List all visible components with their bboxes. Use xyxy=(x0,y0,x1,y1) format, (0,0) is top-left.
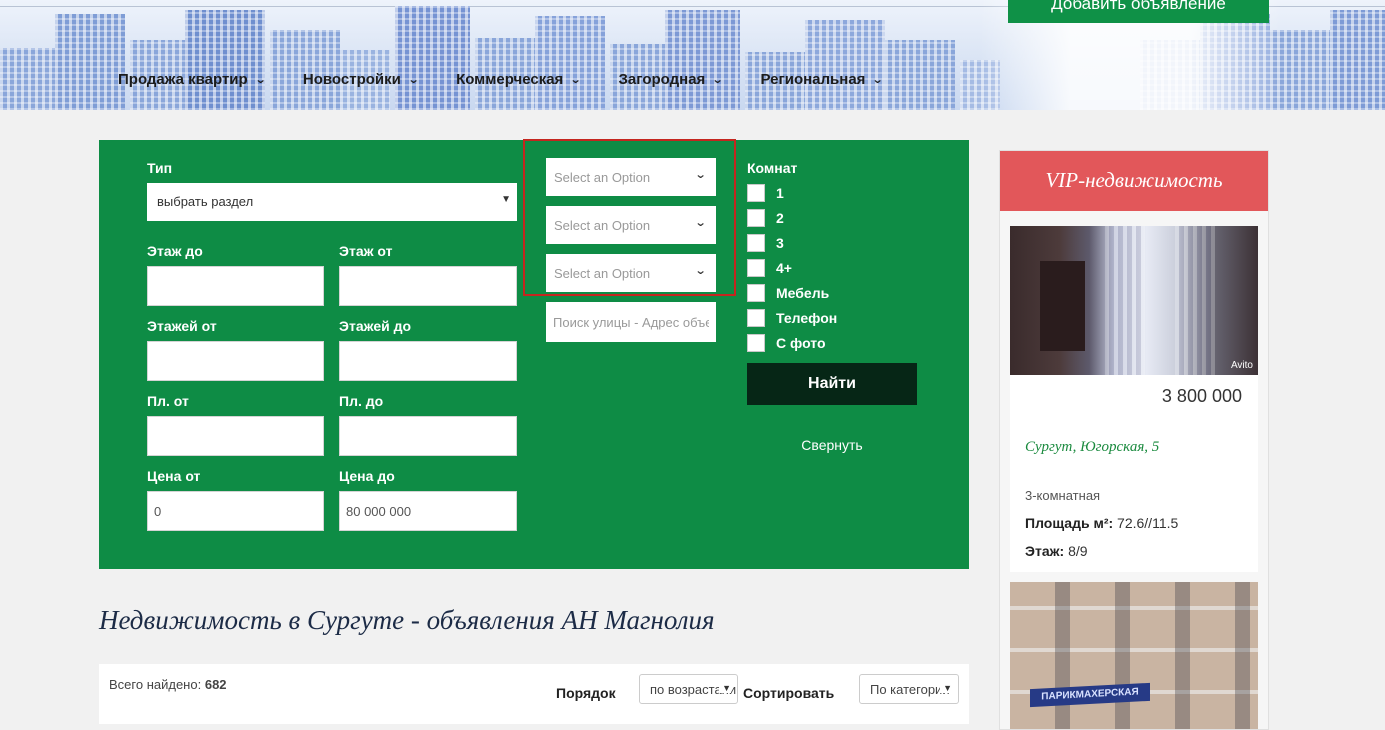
chevron-down-icon: ⌄ xyxy=(711,73,724,86)
nav-item-regional[interactable]: Региональная ⌄ xyxy=(761,67,885,91)
rooms-label: Комнат xyxy=(747,160,798,176)
main-nav: Продажа квартир ⌄ Новостройки ⌄ Коммерческ… xyxy=(118,67,921,91)
total-count: 682 xyxy=(204,677,227,692)
nav-item-country[interactable]: Загородная ⌄ xyxy=(619,67,724,91)
checkbox-rooms-4plus[interactable]: 4+ xyxy=(747,259,792,277)
chevron-down-icon: ⌄ xyxy=(569,73,582,86)
area-from-label: Пл. от xyxy=(147,393,189,409)
checkbox[interactable] xyxy=(747,234,765,252)
vip-sidebar: VIP-недвижимость Avito 3 800 000 Сургут,… xyxy=(999,150,1269,730)
checkbox[interactable] xyxy=(747,284,765,302)
checkbox-furniture[interactable]: Мебель xyxy=(747,284,829,302)
highlight-box xyxy=(523,139,736,296)
checkbox[interactable] xyxy=(747,259,765,277)
area-from-field[interactable] xyxy=(147,416,324,456)
add-listing-button[interactable]: Добавить объявление xyxy=(1008,0,1269,23)
vip-title: VIP-недвижимость xyxy=(1000,151,1268,211)
storefront-sign: ПАРИКМАХЕРСКАЯ xyxy=(1030,682,1150,708)
chevron-down-icon: ⌄ xyxy=(407,73,420,86)
type-label: Тип xyxy=(147,160,173,176)
chevron-down-icon: ⌄ xyxy=(872,73,885,86)
street-search-input[interactable] xyxy=(546,302,716,342)
results-bar: Всего найдено: 682 Порядок по возрастани… xyxy=(99,664,969,724)
checkbox-rooms-1[interactable]: 1 xyxy=(747,184,784,202)
listing-photo[interactable]: Avito xyxy=(1010,226,1258,375)
total-found: Всего найдено: 682 xyxy=(109,677,227,692)
checkbox[interactable] xyxy=(747,184,765,202)
dropdown-arrow-icon: ▼ xyxy=(940,683,952,693)
checkbox[interactable] xyxy=(747,309,765,327)
checkbox-rooms-3[interactable]: 3 xyxy=(747,234,784,252)
order-label: Порядок xyxy=(556,685,616,701)
nav-item-commercial[interactable]: Коммерческая ⌄ xyxy=(456,67,582,91)
site-header: Добавить объявление Продажа квартир ⌄ Нов… xyxy=(0,0,1385,110)
search-panel: Тип выбрать раздел ▼ Этаж до Этаж от Эта… xyxy=(99,139,969,569)
checkbox-phone[interactable]: Телефон xyxy=(747,309,837,327)
listing-price: 3 800 000 xyxy=(1161,386,1242,406)
listing-area: Площадь м²: 72.6//11.5 xyxy=(1025,515,1179,531)
nav-item-new-buildings[interactable]: Новостройки ⌄ xyxy=(303,67,420,91)
floors-to-label: Этажей до xyxy=(339,318,412,334)
order-select[interactable]: по возрастанию ▼ xyxy=(639,674,738,704)
avito-watermark: Avito xyxy=(1230,360,1253,371)
sort-label: Сортировать xyxy=(743,685,835,701)
dropdown-arrow-icon: ▼ xyxy=(501,194,511,205)
area-to-field[interactable] xyxy=(339,416,517,456)
collapse-link[interactable]: Свернуть xyxy=(747,437,917,453)
listing-address[interactable]: Сургут, Югорская, 5 xyxy=(1025,439,1159,456)
price-to-label: Цена до xyxy=(339,468,395,484)
checkbox-rooms-2[interactable]: 2 xyxy=(747,209,784,227)
find-button[interactable]: Найти xyxy=(747,363,917,405)
floors-to-field[interactable] xyxy=(339,341,517,381)
chevron-down-icon: ⌄ xyxy=(254,73,267,86)
sort-select[interactable]: По категории ▼ xyxy=(859,674,959,704)
floor-to-label: Этаж до xyxy=(147,243,203,259)
vip-listing-card[interactable]: Avito 3 800 000 Сургут, Югорская, 5 3-ко… xyxy=(1010,226,1258,572)
checkbox-with-photo[interactable]: С фото xyxy=(747,334,826,352)
floor-to-field[interactable] xyxy=(147,266,324,306)
floor-from-field[interactable] xyxy=(339,266,517,306)
type-select[interactable]: выбрать раздел ▼ xyxy=(147,183,517,221)
floors-from-field[interactable] xyxy=(147,341,324,381)
floor-from-label: Этаж от xyxy=(339,243,393,259)
floors-from-label: Этажей от xyxy=(147,318,217,334)
nav-item-sale-apartments[interactable]: Продажа квартир ⌄ xyxy=(118,67,267,91)
checkbox[interactable] xyxy=(747,209,765,227)
checkbox[interactable] xyxy=(747,334,765,352)
listing-floor: Этаж: 8/9 xyxy=(1025,543,1088,559)
listing-rooms: 3-комнатная xyxy=(1025,488,1101,503)
listing-photo-2[interactable]: ПАРИКМАХЕРСКАЯ xyxy=(1010,582,1258,729)
page-title: Недвижимость в Сургуте - объявления АН М… xyxy=(99,605,715,635)
price-to-field[interactable] xyxy=(339,491,517,531)
price-from-label: Цена от xyxy=(147,468,201,484)
price-from-field[interactable] xyxy=(147,491,324,531)
area-to-label: Пл. до xyxy=(339,393,384,409)
dropdown-arrow-icon: ▼ xyxy=(719,683,731,693)
